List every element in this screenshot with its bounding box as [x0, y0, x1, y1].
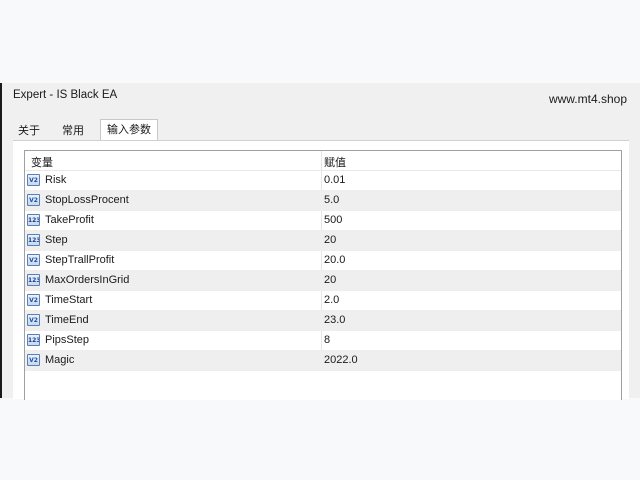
window-title: Expert - IS Black EA	[13, 89, 118, 101]
grid-header: 变量 赋值	[25, 151, 621, 171]
param-name: TimeEnd	[45, 314, 89, 326]
double-value-icon: V2	[27, 294, 40, 306]
inputs-panel: 变量 赋值 V2 Risk 0.01 V2 StopLossProcent 5.…	[13, 140, 629, 400]
param-value[interactable]: 500	[324, 214, 342, 226]
expert-properties-window: Expert - IS Black EA www.mt4.shop 关于 常用 …	[0, 83, 640, 400]
double-value-icon: V2	[27, 174, 40, 186]
param-value[interactable]: 20	[324, 274, 336, 286]
table-row[interactable]: V2 Magic 2022.0	[25, 351, 621, 371]
table-row[interactable]: 123 Step 20	[25, 231, 621, 251]
double-value-icon: V2	[27, 194, 40, 206]
param-value[interactable]: 8	[324, 334, 330, 346]
table-row[interactable]: V2 TimeStart 2.0	[25, 291, 621, 311]
column-header-value[interactable]: 赋值	[324, 154, 346, 170]
integer-value-icon: 123	[27, 274, 40, 286]
table-row[interactable]: V2 TimeEnd 23.0	[25, 311, 621, 331]
table-row[interactable]: 123 MaxOrdersInGrid 20	[25, 271, 621, 291]
table-row[interactable]: V2 Risk 0.01	[25, 171, 621, 191]
tab-about[interactable]: 关于	[12, 122, 46, 140]
param-value[interactable]: 5.0	[324, 194, 339, 206]
param-name: TimeStart	[45, 294, 93, 306]
table-row[interactable]: 123 PipsStep 8	[25, 331, 621, 351]
param-value[interactable]: 2.0	[324, 294, 339, 306]
double-value-icon: V2	[27, 354, 40, 366]
param-value[interactable]: 20	[324, 234, 336, 246]
table-row[interactable]: V2 StopLossProcent 5.0	[25, 191, 621, 211]
integer-value-icon: 123	[27, 214, 40, 226]
double-value-icon: V2	[27, 314, 40, 326]
param-value[interactable]: 0.01	[324, 174, 345, 186]
integer-value-icon: 123	[27, 234, 40, 246]
param-name: PipsStep	[45, 334, 90, 346]
table-row[interactable]: 123 TakeProfit 500	[25, 211, 621, 231]
param-name: StepTrallProfit	[45, 254, 115, 266]
param-name: Risk	[45, 174, 67, 186]
parameters-grid: 变量 赋值 V2 Risk 0.01 V2 StopLossProcent 5.…	[24, 150, 622, 400]
param-name: Magic	[45, 354, 75, 366]
param-value[interactable]: 20.0	[324, 254, 345, 266]
param-name: StopLossProcent	[45, 194, 129, 206]
tab-inputs[interactable]: 输入参数	[100, 119, 158, 141]
site-watermark: www.mt4.shop	[548, 92, 627, 106]
column-header-variable[interactable]: 变量	[31, 154, 53, 170]
window-edge	[0, 83, 2, 398]
double-value-icon: V2	[27, 254, 40, 266]
param-name: MaxOrdersInGrid	[45, 274, 130, 286]
param-name: TakeProfit	[45, 214, 94, 226]
tab-common[interactable]: 常用	[56, 122, 90, 140]
integer-value-icon: 123	[27, 334, 40, 346]
param-value[interactable]: 23.0	[324, 314, 345, 326]
param-name: Step	[45, 234, 68, 246]
param-value[interactable]: 2022.0	[324, 354, 358, 366]
table-row[interactable]: V2 StepTrallProfit 20.0	[25, 251, 621, 271]
